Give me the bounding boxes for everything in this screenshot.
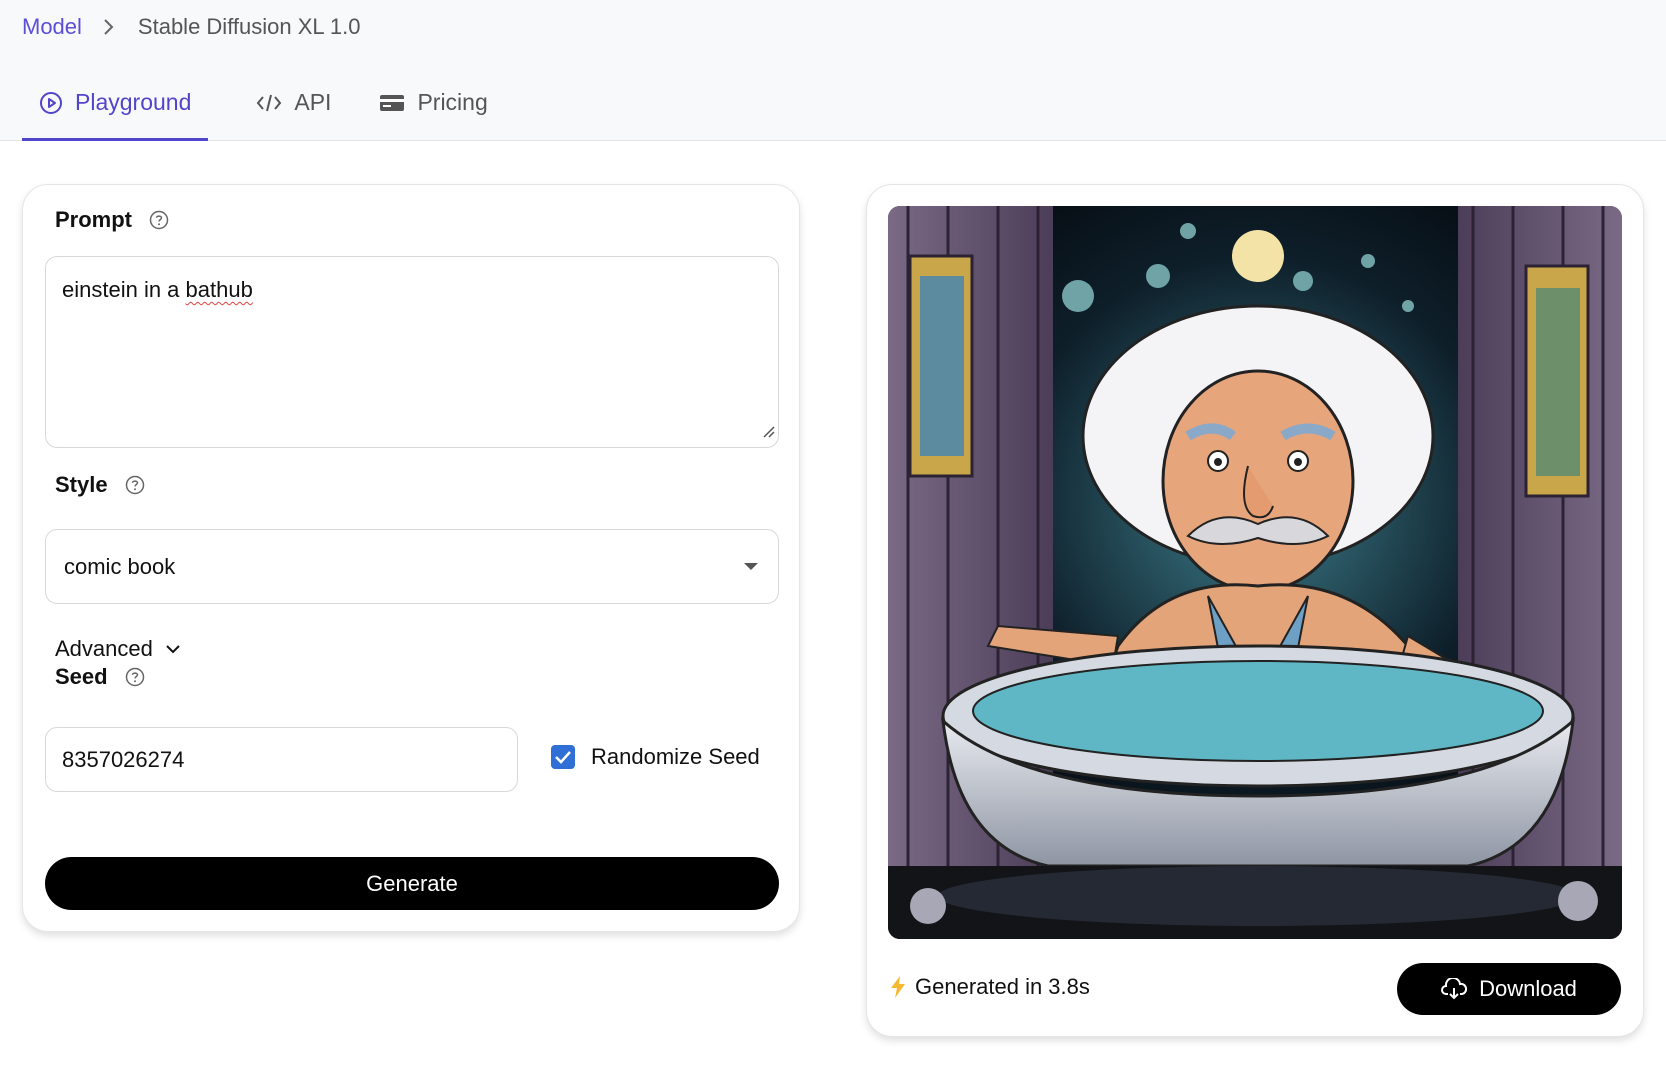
seed-input[interactable]: 8357026274 [45,727,518,792]
tab-api[interactable]: API [256,82,331,123]
randomize-seed-label: Randomize Seed [591,744,760,769]
help-icon[interactable] [125,475,145,495]
style-label: Style [55,472,108,497]
generation-time-text: Generated in 3.8s [915,974,1090,999]
generation-form-card: Prompt einstein in a bathub Style comic … [22,184,800,932]
breadcrumb-current: Stable Diffusion XL 1.0 [137,14,361,39]
code-icon [256,92,282,114]
style-label-row: Style [55,472,145,498]
help-icon[interactable] [125,667,145,687]
tab-pricing[interactable]: Pricing [379,82,488,123]
prompt-text: einstein in a [62,277,186,302]
breadcrumb-model-link[interactable]: Model [22,14,82,40]
result-card: Generated in 3.8s Download [866,184,1644,1037]
seed-label-row: Seed [55,664,145,690]
download-label: Download [1479,976,1577,1001]
cloud-download-icon [1441,978,1468,1000]
caret-down-icon [744,563,758,570]
seed-value: 8357026274 [62,746,185,772]
seed-label: Seed [55,664,108,689]
chevron-down-icon [165,643,181,655]
resize-handle-icon[interactable] [760,419,776,445]
prompt-misspelled-word: bathub [185,277,253,302]
credit-card-icon [379,93,405,113]
prompt-label: Prompt [55,207,132,232]
advanced-toggle[interactable]: Advanced [55,636,181,662]
prompt-label-row: Prompt [55,207,169,233]
randomize-seed-row[interactable]: Randomize Seed [551,744,760,770]
tab-label: Playground [75,89,192,115]
generate-button[interactable]: Generate [45,857,779,910]
top-bar: Model Stable Diffusion XL 1.0 Playground… [0,0,1666,141]
generation-time-info: Generated in 3.8s [889,974,1090,1000]
prompt-textarea[interactable]: einstein in a bathub [45,256,779,448]
style-select[interactable]: comic book [45,529,779,604]
play-circle-icon [39,91,63,115]
style-select-value: comic book [64,553,176,579]
tab-playground[interactable]: Playground [22,82,209,141]
generated-image [888,206,1622,939]
lightning-bolt-icon [889,975,907,999]
tab-label: API [294,89,332,115]
tab-bar: Playground API Pricing [22,82,536,141]
tab-label: Pricing [417,89,488,115]
chevron-right-icon [102,18,116,36]
download-button[interactable]: Download [1397,963,1621,1015]
advanced-label: Advanced [55,636,153,661]
help-icon[interactable] [149,210,169,230]
randomize-seed-checkbox[interactable] [551,745,575,769]
breadcrumb: Model Stable Diffusion XL 1.0 [22,12,361,42]
